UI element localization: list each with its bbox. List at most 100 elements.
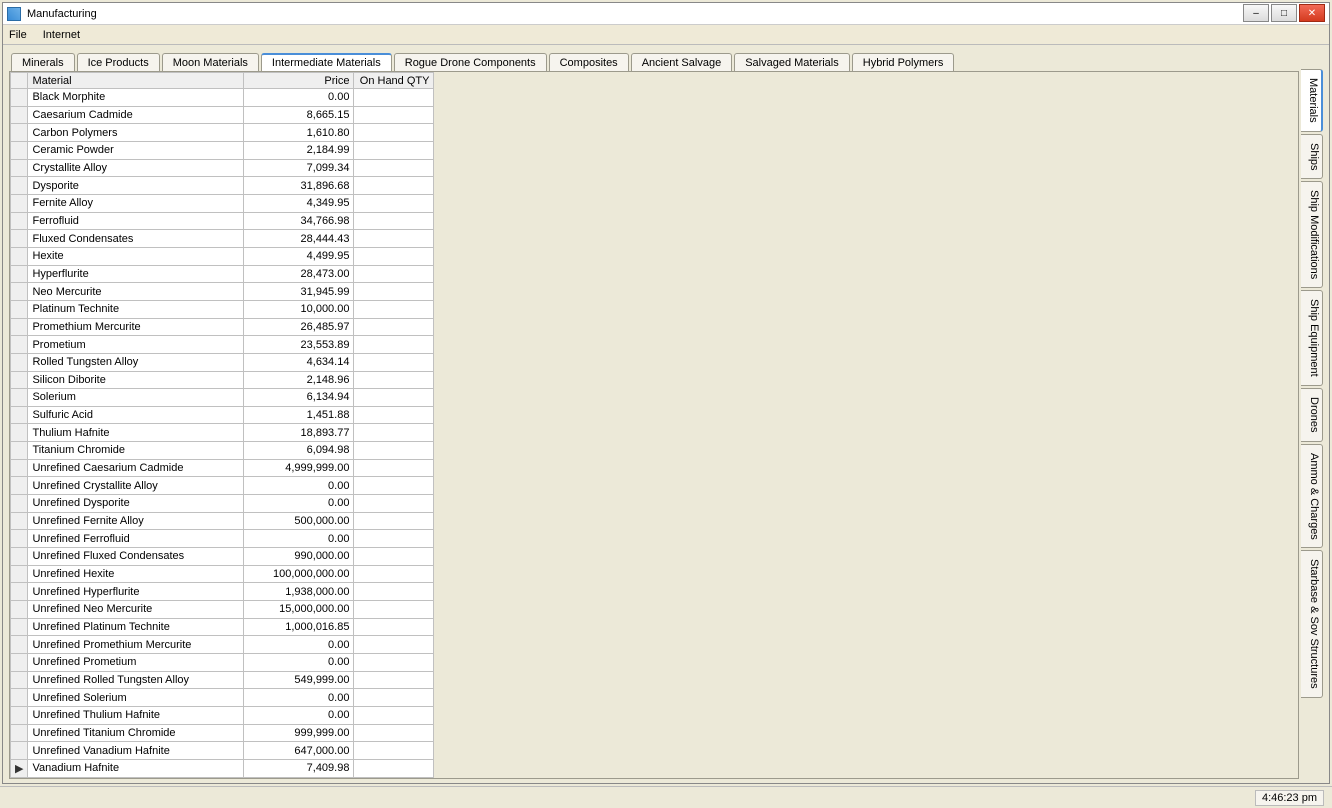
table-row[interactable]: Titanium Chromide6,094.98 bbox=[11, 442, 434, 460]
table-row[interactable]: Fluxed Condensates28,444.43 bbox=[11, 230, 434, 248]
cell-material[interactable]: Fernite Alloy bbox=[28, 194, 244, 212]
table-row[interactable]: Prometium23,553.89 bbox=[11, 336, 434, 354]
cell-qty[interactable] bbox=[354, 759, 434, 777]
cell-price[interactable]: 4,999,999.00 bbox=[244, 459, 354, 477]
cell-price[interactable]: 6,134.94 bbox=[244, 389, 354, 407]
cell-material[interactable]: Unrefined Promethium Mercurite bbox=[28, 636, 244, 654]
table-row[interactable]: Platinum Technite10,000.00 bbox=[11, 300, 434, 318]
cell-qty[interactable] bbox=[354, 548, 434, 566]
table-row[interactable]: Unrefined Neo Mercurite15,000,000.00 bbox=[11, 601, 434, 619]
table-row[interactable]: Ferrofluid34,766.98 bbox=[11, 212, 434, 230]
cell-material[interactable]: Unrefined Crystallite Alloy bbox=[28, 477, 244, 495]
cell-price[interactable]: 0.00 bbox=[244, 654, 354, 672]
cell-qty[interactable] bbox=[354, 654, 434, 672]
table-row[interactable]: Neo Mercurite31,945.99 bbox=[11, 283, 434, 301]
cell-material[interactable]: Neo Mercurite bbox=[28, 283, 244, 301]
cell-price[interactable]: 0.00 bbox=[244, 89, 354, 107]
table-row[interactable]: Unrefined Vanadium Hafnite647,000.00 bbox=[11, 742, 434, 760]
cell-price[interactable]: 34,766.98 bbox=[244, 212, 354, 230]
cell-material[interactable]: Caesarium Cadmide bbox=[28, 106, 244, 124]
cell-price[interactable]: 1,610.80 bbox=[244, 124, 354, 142]
cell-material[interactable]: Vanadium Hafnite bbox=[28, 759, 244, 777]
cell-qty[interactable] bbox=[354, 530, 434, 548]
cell-price[interactable]: 7,409.98 bbox=[244, 759, 354, 777]
cell-material[interactable]: Unrefined Prometium bbox=[28, 654, 244, 672]
cell-qty[interactable] bbox=[354, 89, 434, 107]
cell-material[interactable]: Unrefined Hyperflurite bbox=[28, 583, 244, 601]
cell-qty[interactable] bbox=[354, 459, 434, 477]
cell-price[interactable]: 31,896.68 bbox=[244, 177, 354, 195]
cell-price[interactable]: 4,499.95 bbox=[244, 247, 354, 265]
materials-grid[interactable]: Material Price On Hand QTY Black Morphit… bbox=[10, 72, 434, 778]
cell-material[interactable]: Rolled Tungsten Alloy bbox=[28, 353, 244, 371]
cell-qty[interactable] bbox=[354, 618, 434, 636]
cell-material[interactable]: Dysporite bbox=[28, 177, 244, 195]
table-row[interactable]: Silicon Diborite2,148.96 bbox=[11, 371, 434, 389]
cell-qty[interactable] bbox=[354, 230, 434, 248]
cell-price[interactable]: 1,000,016.85 bbox=[244, 618, 354, 636]
table-row[interactable]: Crystallite Alloy7,099.34 bbox=[11, 159, 434, 177]
cell-material[interactable]: Ceramic Powder bbox=[28, 141, 244, 159]
cell-price[interactable]: 990,000.00 bbox=[244, 548, 354, 566]
cell-material[interactable]: Unrefined Solerium bbox=[28, 689, 244, 707]
table-row[interactable]: ▶Vanadium Hafnite7,409.98 bbox=[11, 759, 434, 777]
cell-price[interactable]: 26,485.97 bbox=[244, 318, 354, 336]
table-row[interactable]: Promethium Mercurite26,485.97 bbox=[11, 318, 434, 336]
table-row[interactable]: Hyperflurite28,473.00 bbox=[11, 265, 434, 283]
cell-price[interactable]: 500,000.00 bbox=[244, 512, 354, 530]
cell-material[interactable]: Crystallite Alloy bbox=[28, 159, 244, 177]
cell-material[interactable]: Unrefined Neo Mercurite bbox=[28, 601, 244, 619]
table-row[interactable]: Dysporite31,896.68 bbox=[11, 177, 434, 195]
cell-price[interactable]: 28,473.00 bbox=[244, 265, 354, 283]
cell-price[interactable]: 15,000,000.00 bbox=[244, 601, 354, 619]
table-row[interactable]: Unrefined Solerium0.00 bbox=[11, 689, 434, 707]
cell-price[interactable]: 0.00 bbox=[244, 706, 354, 724]
table-row[interactable]: Rolled Tungsten Alloy4,634.14 bbox=[11, 353, 434, 371]
cell-price[interactable]: 23,553.89 bbox=[244, 336, 354, 354]
table-row[interactable]: Solerium6,134.94 bbox=[11, 389, 434, 407]
cell-qty[interactable] bbox=[354, 318, 434, 336]
cell-qty[interactable] bbox=[354, 159, 434, 177]
tab-rogue-drone-components[interactable]: Rogue Drone Components bbox=[394, 53, 547, 71]
tab-moon-materials[interactable]: Moon Materials bbox=[162, 53, 259, 71]
cell-price[interactable]: 18,893.77 bbox=[244, 424, 354, 442]
cell-qty[interactable] bbox=[354, 424, 434, 442]
cell-qty[interactable] bbox=[354, 724, 434, 742]
table-row[interactable]: Unrefined Dysporite0.00 bbox=[11, 495, 434, 513]
cell-price[interactable]: 1,451.88 bbox=[244, 406, 354, 424]
minimize-button[interactable]: – bbox=[1243, 4, 1269, 22]
table-row[interactable]: Unrefined Crystallite Alloy0.00 bbox=[11, 477, 434, 495]
cell-price[interactable]: 647,000.00 bbox=[244, 742, 354, 760]
cell-material[interactable]: Unrefined Fluxed Condensates bbox=[28, 548, 244, 566]
cell-qty[interactable] bbox=[354, 689, 434, 707]
titlebar[interactable]: Manufacturing – □ ✕ bbox=[3, 3, 1329, 25]
cell-qty[interactable] bbox=[354, 124, 434, 142]
cell-material[interactable]: Unrefined Thulium Hafnite bbox=[28, 706, 244, 724]
cell-qty[interactable] bbox=[354, 742, 434, 760]
cell-material[interactable]: Prometium bbox=[28, 336, 244, 354]
table-row[interactable]: Unrefined Platinum Technite1,000,016.85 bbox=[11, 618, 434, 636]
cell-material[interactable]: Hexite bbox=[28, 247, 244, 265]
table-row[interactable]: Caesarium Cadmide8,665.15 bbox=[11, 106, 434, 124]
cell-qty[interactable] bbox=[354, 194, 434, 212]
table-row[interactable]: Unrefined Prometium0.00 bbox=[11, 654, 434, 672]
cell-material[interactable]: Unrefined Hexite bbox=[28, 565, 244, 583]
cell-qty[interactable] bbox=[354, 442, 434, 460]
cell-qty[interactable] bbox=[354, 300, 434, 318]
cell-price[interactable]: 0.00 bbox=[244, 689, 354, 707]
table-row[interactable]: Unrefined Caesarium Cadmide4,999,999.00 bbox=[11, 459, 434, 477]
cell-material[interactable]: Unrefined Vanadium Hafnite bbox=[28, 742, 244, 760]
cell-qty[interactable] bbox=[354, 671, 434, 689]
side-tab-materials[interactable]: Materials bbox=[1301, 69, 1323, 132]
cell-material[interactable]: Unrefined Fernite Alloy bbox=[28, 512, 244, 530]
cell-material[interactable]: Carbon Polymers bbox=[28, 124, 244, 142]
tab-composites[interactable]: Composites bbox=[549, 53, 629, 71]
cell-material[interactable]: Unrefined Titanium Chromide bbox=[28, 724, 244, 742]
cell-qty[interactable] bbox=[354, 353, 434, 371]
side-tab-ammo-charges[interactable]: Ammo & Charges bbox=[1301, 444, 1323, 549]
close-button[interactable]: ✕ bbox=[1299, 4, 1325, 22]
cell-price[interactable]: 2,148.96 bbox=[244, 371, 354, 389]
tab-salvaged-materials[interactable]: Salvaged Materials bbox=[734, 53, 850, 71]
cell-material[interactable]: Unrefined Dysporite bbox=[28, 495, 244, 513]
cell-material[interactable]: Unrefined Rolled Tungsten Alloy bbox=[28, 671, 244, 689]
